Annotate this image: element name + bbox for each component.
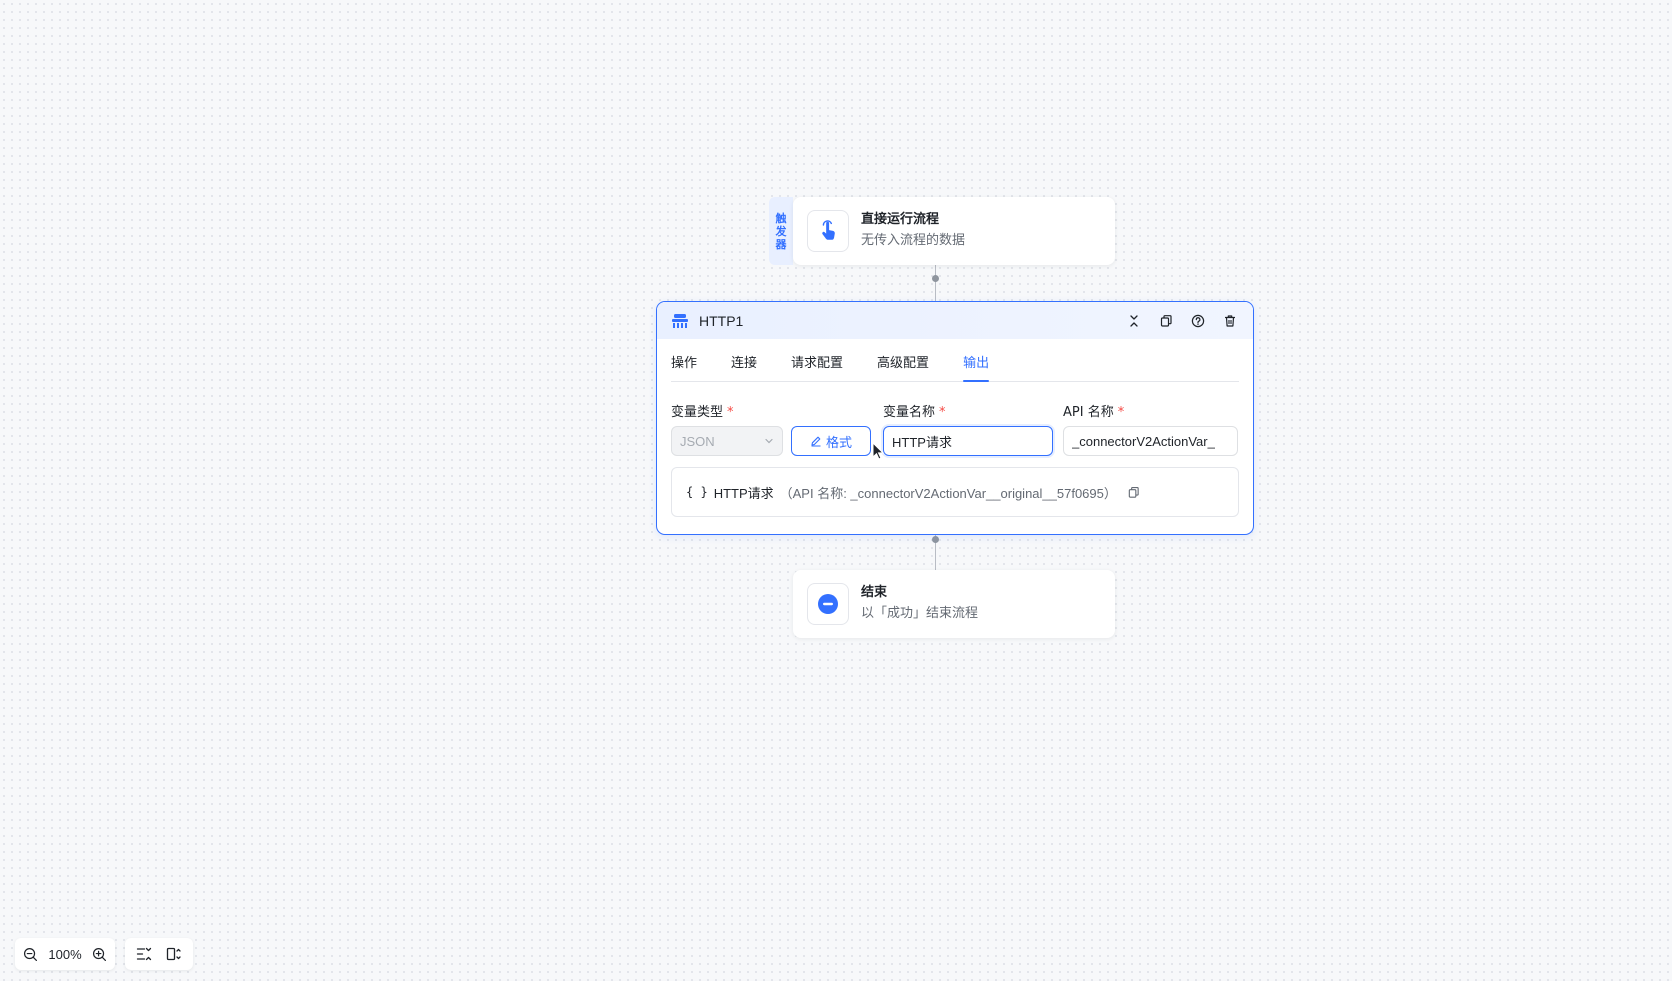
layout-controls: [125, 938, 193, 970]
edit-icon: [811, 436, 821, 447]
var-type-value: JSON: [680, 433, 715, 449]
zoom-controls: 100%: [15, 938, 115, 970]
copy-icon: [1128, 486, 1139, 498]
var-name-label-text: 变量名称: [883, 405, 936, 420]
http-node-header: HTTP1: [657, 302, 1253, 339]
connector-dot: [932, 275, 939, 282]
preview-var-name: HTTP请求: [713, 485, 774, 501]
delete-icon: [1225, 314, 1235, 327]
trigger-title: 直接运行流程: [861, 212, 940, 227]
end-title: 结束: [861, 585, 888, 600]
chevron-down-icon: [765, 438, 773, 444]
http-node-title: HTTP1: [699, 312, 744, 329]
var-name-input[interactable]: [883, 426, 1053, 456]
zoom-level: 100%: [48, 946, 82, 962]
trigger-tag-char: 触: [775, 211, 787, 225]
api-name-label-text: API 名称: [1063, 405, 1114, 420]
connector-dot: [932, 536, 939, 543]
delete-button[interactable]: [1221, 312, 1239, 330]
tab-advanced-config[interactable]: 高级配置: [877, 352, 929, 381]
tab-connection[interactable]: 连接: [731, 352, 757, 381]
help-button[interactable]: [1189, 312, 1207, 330]
help-icon: [1191, 314, 1205, 327]
zoom-in-button[interactable]: [92, 947, 107, 962]
variable-preview: { } HTTP请求 （API 名称: _connectorV2ActionVa…: [671, 467, 1239, 517]
var-type-label: 变量类型 *: [671, 401, 734, 420]
var-type-label-text: 变量类型: [671, 405, 724, 420]
trigger-tag-char: 器: [775, 237, 787, 251]
http-node-tabs: 操作 连接 请求配置 高级配置 输出: [671, 339, 1239, 382]
end-subtitle: 以「成功」结束流程: [861, 606, 979, 621]
collapse-all-icon: [136, 947, 152, 961]
tap-hand-icon: [822, 220, 835, 240]
tab-request-config[interactable]: 请求配置: [791, 352, 843, 381]
fit-view-icon: [166, 947, 181, 961]
zoom-out-icon: [23, 947, 38, 961]
connector-line: [935, 265, 936, 301]
required-mark: *: [727, 405, 734, 420]
copy-api-name-button[interactable]: [1127, 486, 1140, 499]
mouse-pointer-icon: [872, 442, 884, 460]
collapse-icon: [1130, 314, 1138, 327]
trigger-subtitle: 无传入流程的数据: [861, 233, 966, 248]
copy-icon: [1160, 314, 1172, 327]
api-name-label: API 名称 *: [1063, 401, 1124, 420]
end-icon-box: [807, 583, 849, 625]
collapse-button[interactable]: [1125, 312, 1143, 330]
flow-canvas[interactable]: 触 发 器 直接运行流程 无传入流程的数据 HTTP1 操作 连接 请求配置 高…: [0, 0, 1672, 981]
auto-layout-button[interactable]: [136, 946, 152, 962]
required-mark: *: [939, 405, 946, 420]
end-node[interactable]: 结束 以「成功」结束流程: [793, 570, 1115, 638]
required-mark: *: [1117, 405, 1125, 420]
api-name-input[interactable]: [1063, 426, 1238, 456]
fit-view-button[interactable]: [166, 946, 182, 962]
trigger-icon-box: [807, 210, 849, 252]
zoom-out-button[interactable]: [23, 947, 38, 962]
zoom-in-icon: [92, 947, 107, 961]
http-node-card[interactable]: HTTP1 操作 连接 请求配置 高级配置 输出 变量类型 * 变量名称 * A…: [656, 301, 1254, 535]
trigger-node[interactable]: 直接运行流程 无传入流程的数据: [793, 197, 1115, 265]
copy-node-button[interactable]: [1157, 312, 1175, 330]
preview-api-name: （API 名称: _connectorV2ActionVar__original…: [779, 485, 1117, 501]
tab-operation[interactable]: 操作: [671, 352, 697, 381]
trigger-tag-char: 发: [775, 224, 787, 238]
tab-output[interactable]: 输出: [963, 352, 990, 382]
minus-circle-icon: [818, 594, 838, 614]
format-button-label: 格式: [825, 434, 852, 450]
http-connector-icon: [672, 313, 688, 328]
object-brace-icon: { }: [686, 485, 708, 499]
var-type-select[interactable]: JSON: [671, 426, 783, 456]
var-name-label: 变量名称 *: [883, 401, 946, 420]
trigger-tag: 触 发 器: [769, 197, 793, 265]
format-button[interactable]: 格式: [791, 426, 871, 456]
